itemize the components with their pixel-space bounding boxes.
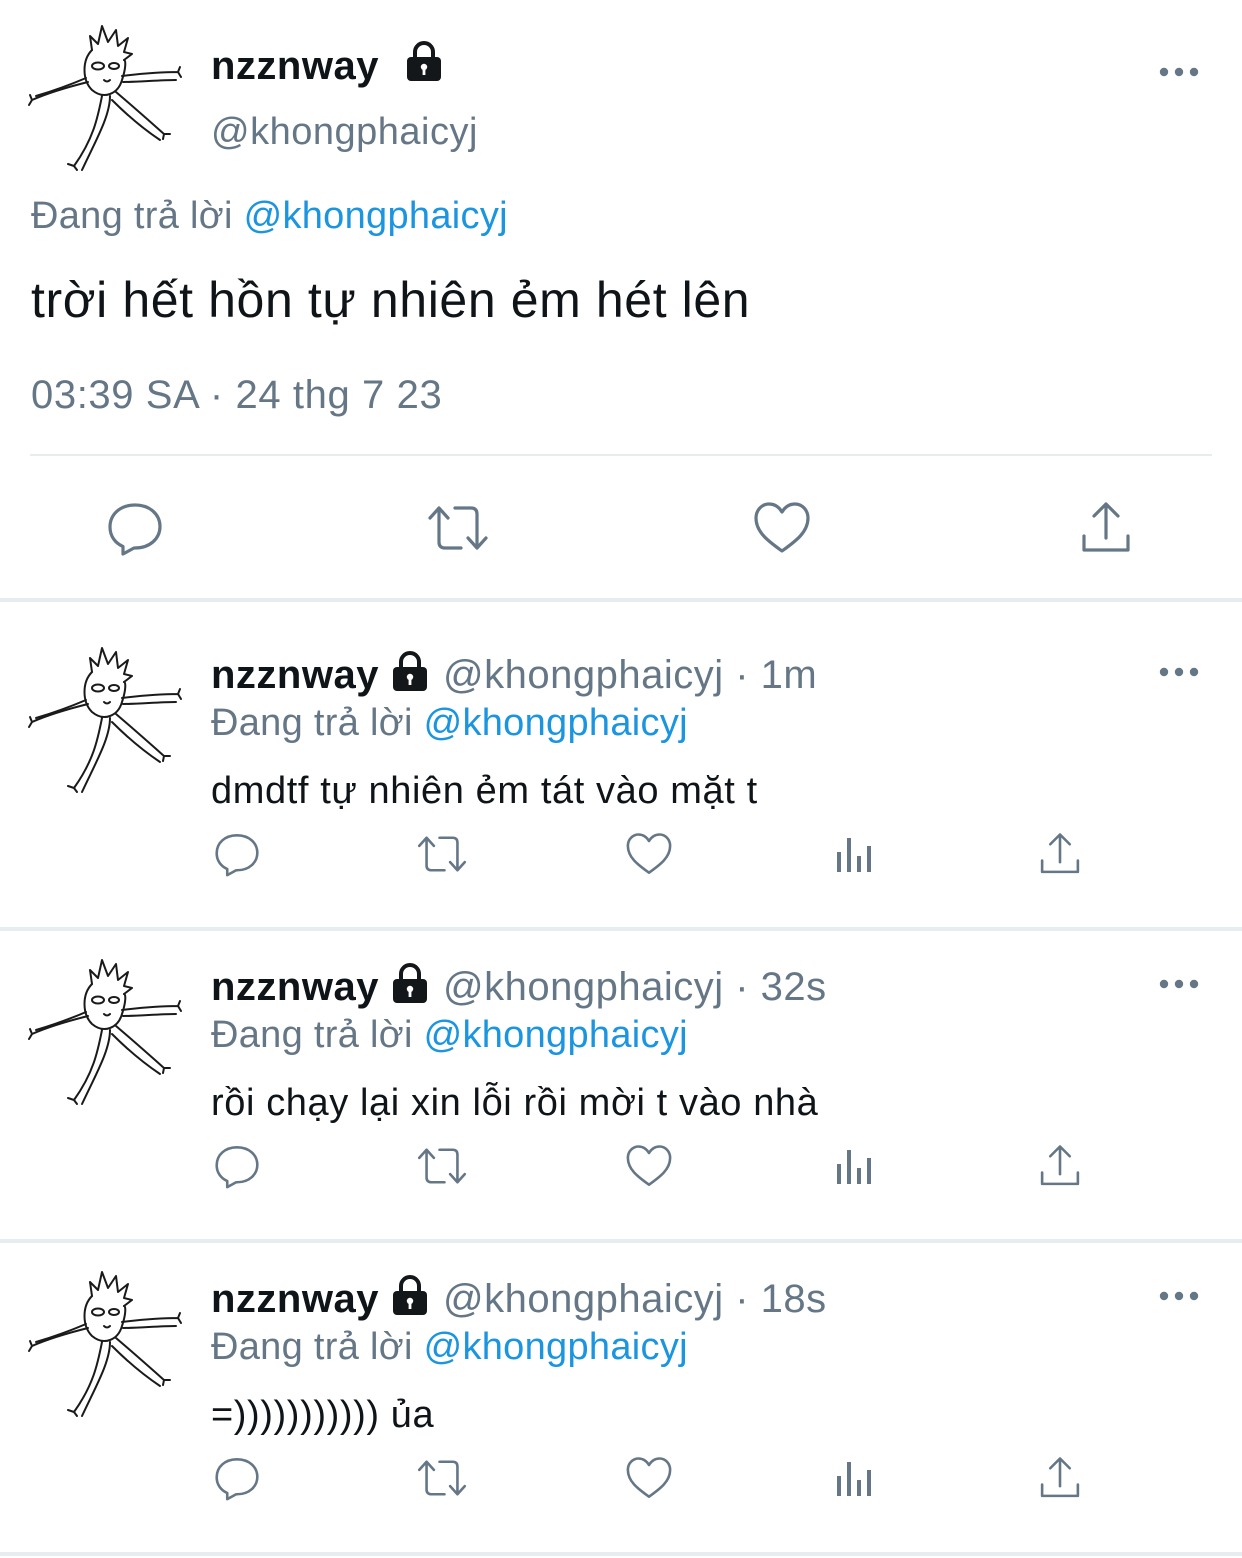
replying-to-label: Đang trả lời	[31, 195, 244, 237]
user-handle[interactable]: @khongphaicyj	[211, 110, 478, 154]
tweet-header: nzznway @khongphaicyj · 1m	[211, 650, 817, 700]
share-icon[interactable]	[1074, 496, 1138, 560]
replying-to-link[interactable]: @khongphaicyj	[424, 702, 688, 744]
reply-icon[interactable]	[211, 1452, 263, 1504]
tweet-timestamp[interactable]: 03:39 SA · 24 thg 7 23	[31, 372, 442, 418]
share-icon[interactable]	[1034, 1452, 1086, 1504]
more-options-icon[interactable]	[1158, 974, 1200, 994]
reply-icon[interactable]	[211, 828, 263, 880]
display-name[interactable]: nzznway	[211, 965, 379, 1009]
more-options-icon[interactable]	[1158, 62, 1200, 82]
retweet-icon[interactable]	[426, 496, 490, 560]
share-icon[interactable]	[1034, 1140, 1086, 1192]
tweet-header: nzznway @khongphaicyj · 32s	[211, 962, 827, 1012]
tweet-text: =))))))))))) ủa	[211, 1394, 435, 1436]
replying-to: Đang trả lời @khongphaicyj	[211, 1322, 688, 1372]
replying-to-label: Đang trả lời	[211, 702, 424, 744]
avatar[interactable]	[26, 642, 186, 802]
reply-icon[interactable]	[211, 1140, 263, 1192]
retweet-icon[interactable]	[416, 1452, 468, 1504]
like-icon[interactable]	[623, 828, 675, 880]
main-tweet: nzznway @khongphaicyj Đang trả lời @khon…	[0, 0, 1242, 600]
replying-to-link[interactable]: @khongphaicyj	[424, 1014, 688, 1056]
replying-to: Đang trả lời @khongphaicyj	[31, 194, 508, 238]
replying-to: Đang trả lời @khongphaicyj	[211, 1010, 688, 1060]
lock-icon	[389, 650, 431, 692]
analytics-icon[interactable]	[830, 1452, 882, 1504]
user-handle[interactable]: @khongphaicyj · 32s	[443, 965, 827, 1009]
lock-icon	[389, 1274, 431, 1316]
share-icon[interactable]	[1034, 828, 1086, 880]
tweet-text: trời hết hồn tự nhiên ẻm hét lên	[31, 272, 751, 328]
lock-icon	[389, 962, 431, 1004]
display-name[interactable]: nzznway	[211, 44, 379, 88]
tweet-header: nzznway @khongphaicyj · 18s	[211, 1274, 827, 1324]
replying-to-link[interactable]: @khongphaicyj	[424, 1326, 688, 1368]
replying-to-label: Đang trả lời	[211, 1014, 424, 1056]
replying-to-link[interactable]: @khongphaicyj	[244, 195, 508, 237]
more-options-icon[interactable]	[1158, 1286, 1200, 1306]
replying-to: Đang trả lời @khongphaicyj	[211, 698, 688, 748]
analytics-icon[interactable]	[830, 1140, 882, 1192]
like-icon[interactable]	[750, 496, 814, 560]
avatar[interactable]	[26, 954, 186, 1114]
user-handle[interactable]: @khongphaicyj · 18s	[443, 1277, 827, 1321]
retweet-icon[interactable]	[416, 1140, 468, 1192]
more-options-icon[interactable]	[1158, 662, 1200, 682]
avatar[interactable]	[26, 20, 186, 180]
retweet-icon[interactable]	[416, 828, 468, 880]
replying-to-label: Đang trả lời	[211, 1326, 424, 1368]
reply-tweet[interactable]: nzznway @khongphaicyj · 1m Đang trả lời @…	[0, 602, 1242, 912]
reply-tweet[interactable]: nzznway @khongphaicyj · 18s Đang trả lời …	[0, 1226, 1242, 1536]
tweet-text: rồi chạy lại xin lỗi rồi mời t vào nhà	[211, 1082, 819, 1124]
like-icon[interactable]	[623, 1452, 675, 1504]
lock-icon	[403, 40, 445, 82]
user-handle[interactable]: @khongphaicyj · 1m	[443, 653, 817, 697]
reply-tweet[interactable]: nzznway @khongphaicyj · 32s Đang trả lời …	[0, 914, 1242, 1224]
reply-icon[interactable]	[103, 496, 167, 560]
like-icon[interactable]	[623, 1140, 675, 1192]
display-name[interactable]: nzznway	[211, 1277, 379, 1321]
display-name[interactable]: nzznway	[211, 653, 379, 697]
tweet-text: dmdtf tự nhiên ẻm tát vào mặt t	[211, 770, 758, 812]
analytics-icon[interactable]	[830, 828, 882, 880]
avatar[interactable]	[26, 1266, 186, 1426]
divider	[0, 1552, 1242, 1556]
divider	[30, 454, 1212, 456]
